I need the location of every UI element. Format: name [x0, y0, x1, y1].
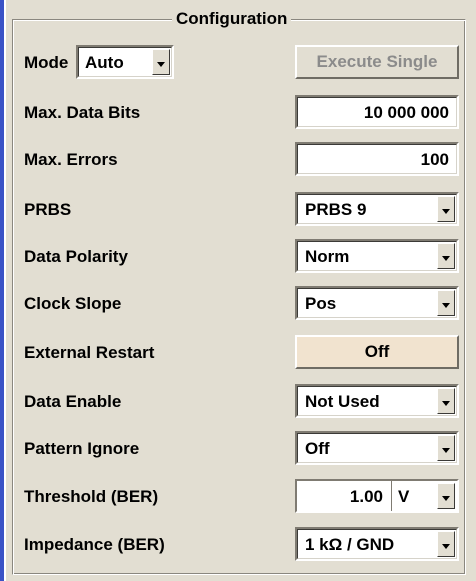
impedance-value: 1 kΩ / GND — [305, 535, 395, 554]
chevron-down-icon[interactable] — [152, 49, 170, 75]
chevron-down-icon[interactable] — [437, 196, 455, 222]
data-enable-value: Not Used — [305, 392, 380, 411]
clock-slope-value: Pos — [305, 294, 337, 313]
threshold-input[interactable]: 1.00 — [297, 481, 392, 511]
data-enable-label: Data Enable — [24, 392, 122, 411]
data-enable-dropdown[interactable]: Not Used — [295, 384, 459, 418]
external-restart-row: External Restart Off — [24, 335, 460, 371]
max-data-bits-input[interactable]: 10 000 000 — [295, 95, 459, 129]
threshold-unit: V — [398, 487, 410, 506]
pattern-ignore-dropdown[interactable]: Off — [295, 431, 459, 465]
data-polarity-dropdown[interactable]: Norm — [295, 239, 459, 273]
impedance-dropdown[interactable]: 1 kΩ / GND — [295, 527, 459, 561]
chevron-down-icon[interactable] — [437, 243, 455, 269]
prbs-label: PRBS — [24, 200, 72, 219]
max-errors-input[interactable]: 100 — [295, 142, 459, 176]
pattern-ignore-row: Pattern Ignore Off — [24, 431, 460, 467]
threshold-unit-dropdown[interactable]: V — [392, 481, 457, 511]
prbs-value: PRBS 9 — [305, 200, 367, 219]
max-data-bits-value: 10 000 000 — [363, 103, 449, 122]
mode-dropdown[interactable]: Auto — [76, 45, 174, 79]
pattern-ignore-value: Off — [305, 439, 330, 458]
impedance-row: Impedance (BER) 1 kΩ / GND — [24, 527, 460, 563]
clock-slope-row: Clock Slope Pos — [24, 286, 460, 322]
execute-single-button[interactable]: Execute Single — [295, 45, 459, 79]
max-errors-label: Max. Errors — [24, 150, 118, 169]
chevron-down-icon[interactable] — [437, 531, 455, 557]
chevron-down-icon[interactable] — [437, 388, 455, 414]
pattern-ignore-label: Pattern Ignore — [24, 439, 140, 458]
external-restart-label: External Restart — [24, 343, 155, 362]
chevron-down-icon[interactable] — [437, 435, 455, 461]
mode-value: Auto — [85, 53, 124, 72]
max-errors-value: 100 — [420, 150, 449, 169]
mode-row: Mode Auto Execute Single — [24, 45, 460, 81]
window-edge-highlight — [4, 0, 6, 581]
threshold-label: Threshold (BER) — [24, 487, 159, 506]
data-polarity-value: Norm — [305, 247, 350, 266]
threshold-value: 1.00 — [349, 487, 383, 506]
mode-label: Mode — [24, 53, 69, 72]
impedance-label: Impedance (BER) — [24, 535, 165, 554]
max-data-bits-label: Max. Data Bits — [24, 103, 141, 122]
group-title: Configuration — [172, 8, 292, 30]
max-data-bits-row: Max. Data Bits 10 000 000 — [24, 95, 460, 131]
prbs-dropdown[interactable]: PRBS 9 — [295, 192, 459, 226]
threshold-field: 1.00 V — [295, 479, 459, 513]
chevron-down-icon[interactable] — [437, 483, 455, 509]
external-restart-toggle[interactable]: Off — [295, 335, 459, 369]
prbs-row: PRBS PRBS 9 — [24, 192, 460, 228]
data-polarity-label: Data Polarity — [24, 247, 128, 266]
clock-slope-label: Clock Slope — [24, 294, 122, 313]
chevron-down-icon[interactable] — [437, 290, 455, 316]
clock-slope-dropdown[interactable]: Pos — [295, 286, 459, 320]
data-polarity-row: Data Polarity Norm — [24, 239, 460, 275]
max-errors-row: Max. Errors 100 — [24, 142, 460, 178]
data-enable-row: Data Enable Not Used — [24, 384, 460, 420]
threshold-row: Threshold (BER) 1.00 V — [24, 479, 460, 515]
